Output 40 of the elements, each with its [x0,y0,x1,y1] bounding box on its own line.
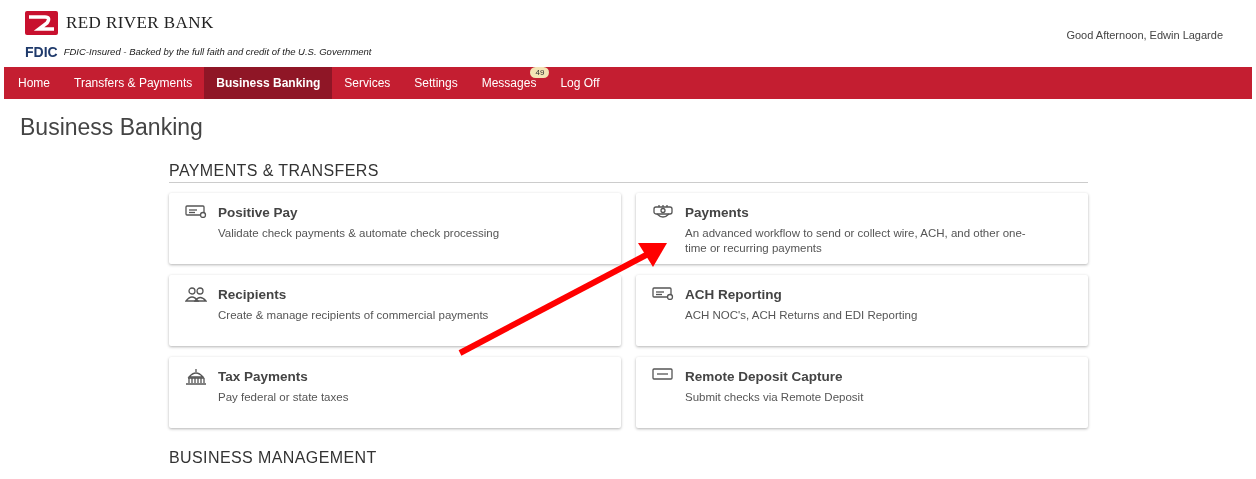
capitol-icon [185,368,207,386]
greeting-text: Good Afternoon, Edwin Lagarde [1066,28,1223,43]
page-title: Business Banking [20,113,204,141]
card-description: ACH NOC's, ACH Returns and EDI Reporting [685,308,918,324]
nav-tab[interactable]: Transfers & Payments [62,67,205,99]
section-heading: BUSINESS MANAGEMENT [169,448,378,468]
nav-tab[interactable]: Business Banking [204,67,333,99]
money-hand-icon [652,204,674,220]
service-card[interactable]: Tax Payments Pay federal or state taxes [169,357,621,428]
fdic-notice: FDIC-Insured - Backed by the full faith and credit of the U.S. Government [63,44,372,59]
nav-tab[interactable]: Log Off [548,67,612,99]
card-title: Recipients [218,286,288,304]
card-description: Submit checks via Remote Deposit [685,390,864,406]
card-title: Tax Payments [218,368,309,386]
card-title: Positive Pay [218,204,299,222]
fdic-logo: FDIC [25,44,58,59]
card-description: Pay federal or state taxes [218,390,349,406]
people-icon [185,286,207,302]
nav-tab[interactable]: Services [332,67,403,99]
bank-logo-icon [25,10,58,35]
card-description: Create & manage recipients of commercial payments [218,308,489,324]
service-card[interactable]: Positive Pay Validate check payments & automate check processing [169,193,621,264]
service-card[interactable]: Remote Deposit Capture Submit checks via Remote Deposit [636,357,1088,428]
service-card[interactable]: Recipients Create & manage recipients of commercial payments [169,275,621,346]
card-description: Validate check payments & automate check processing [218,226,500,242]
section-heading: PAYMENTS & TRANSFERS [169,161,1088,183]
nav-tab[interactable]: Messages 49 [469,67,549,99]
card-title: ACH Reporting [685,286,783,304]
nav-tab[interactable]: Settings [402,67,470,99]
message-count-badge: 49 [530,67,550,78]
service-card[interactable]: Payments An advanced workflow to send or collect wire, ACH, and other one-time or recurring payments [636,193,1088,264]
check-card-icon [652,286,674,300]
card-title: Payments [685,204,750,222]
nav-tab[interactable]: Home [6,67,62,99]
service-card[interactable]: ACH Reporting ACH NOC's, ACH Returns and EDI Reporting [636,275,1088,346]
bank-name: RED RIVER BANK [66,12,214,34]
check-card-icon [652,368,674,380]
check-card-icon [185,204,207,218]
card-title: Remote Deposit Capture [685,368,844,386]
card-description: An advanced workflow to send or collect wire, ACH, and other one-time or recurring payments [685,226,1027,257]
